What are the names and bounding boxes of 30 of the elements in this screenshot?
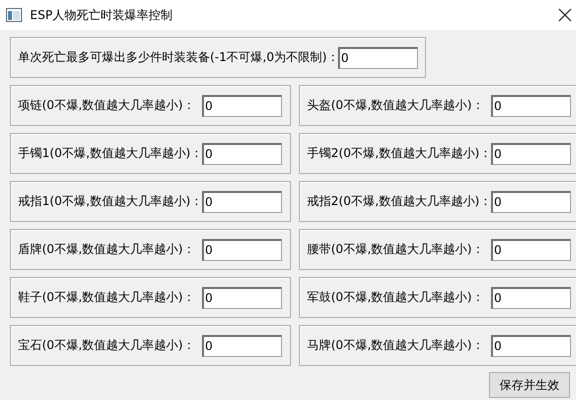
field-label: 头盔(0不爆,数值越大几率越小)：	[307, 97, 485, 114]
input-field[interactable]: 0	[202, 190, 282, 212]
field-label: 戒指1(0不爆,数值越大几率越小)：	[18, 193, 202, 210]
input-field[interactable]: 0	[491, 142, 571, 164]
field-label: 盾牌(0不爆,数值越大几率越小)：	[18, 241, 196, 258]
save-button[interactable]: 保存并生效	[489, 372, 570, 398]
window-title: ESP人物死亡时装爆率控制	[30, 6, 174, 24]
input-field[interactable]: 0	[491, 334, 571, 356]
field-label: 军鼓(0不爆,数值越大几率越小)：	[307, 289, 485, 306]
field-label: 鞋子(0不爆,数值越大几率越小)：	[18, 289, 196, 306]
window-icon	[6, 8, 22, 22]
input-field[interactable]: 0	[202, 94, 282, 116]
input-field[interactable]: 0	[491, 238, 571, 260]
input-field[interactable]: 0	[202, 238, 282, 260]
field-label: 腰带(0不爆,数值越大几率越小)：	[307, 241, 485, 258]
input-field[interactable]: 0	[202, 334, 282, 356]
close-icon[interactable]	[558, 8, 572, 22]
field-label: 项链(0不爆,数值越大几率越小)：	[18, 97, 196, 114]
field-label: 手镯1(0不爆,数值越大几率越小)：	[18, 145, 202, 162]
input-field[interactable]: 0	[202, 286, 282, 308]
input-field[interactable]: 0	[491, 94, 571, 116]
input-field[interactable]: 0	[491, 286, 571, 308]
field-label: 单次死亡最多可爆出多少件时装装备(-1不可爆,0为不限制)：	[18, 49, 338, 66]
input-field[interactable]: 0	[338, 46, 418, 68]
field-label: 手镯2(0不爆,数值越大几率越小)：	[307, 145, 491, 162]
field-label: 马牌(0不爆,数值越大几率越小)：	[307, 337, 485, 354]
field-label: 戒指2(0不爆,数值越大几率越小)：	[307, 193, 491, 210]
input-field[interactable]: 0	[491, 190, 571, 212]
field-label: 宝石(0不爆,数值越大几率越小)：	[18, 337, 196, 354]
input-field[interactable]: 0	[202, 142, 282, 164]
